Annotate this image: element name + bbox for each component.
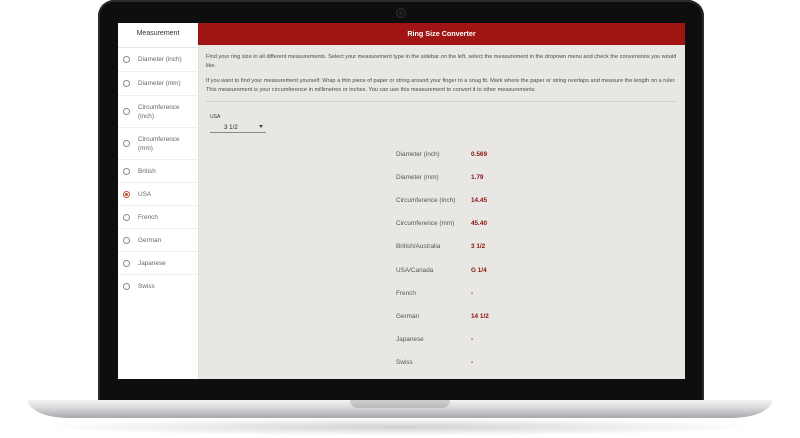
- chevron-down-icon[interactable]: [259, 125, 263, 128]
- sidebar-item-label: Circumference (mm): [138, 135, 180, 152]
- radio-selected-icon[interactable]: [123, 190, 130, 198]
- size-select-value: 3 1/2: [224, 124, 238, 131]
- result-row: Circumference (inch) 14.45: [396, 197, 487, 204]
- result-label: Diameter (mm): [396, 174, 439, 181]
- result-label: Circumference (inch): [396, 197, 456, 204]
- radio-icon[interactable]: [123, 213, 130, 221]
- page-title: Ring Size Converter: [198, 23, 685, 45]
- sidebar-item-label: Swiss: [138, 283, 155, 290]
- sidebar-item-diameter-inch[interactable]: Diameter (inch): [118, 48, 198, 72]
- radio-icon[interactable]: [123, 80, 130, 87]
- result-row: Diameter (inch) 0.569: [396, 151, 487, 158]
- sidebar-item-british[interactable]: British: [118, 160, 198, 183]
- radio-icon[interactable]: [123, 167, 130, 175]
- sidebar-item-label: Circumference (inch): [138, 103, 180, 120]
- divider: [206, 101, 677, 102]
- sidebar-item-label: USA: [138, 190, 152, 198]
- result-value: 45.40: [471, 220, 487, 227]
- sidebar-title: Measurement: [118, 23, 198, 48]
- sidebar-item-french[interactable]: French: [118, 206, 198, 229]
- result-row: German 14 1/2: [396, 313, 489, 320]
- camera-icon: [397, 9, 405, 17]
- result-value: 14.45: [471, 197, 487, 204]
- result-label: Japanese: [396, 336, 424, 343]
- radio-icon[interactable]: [123, 140, 130, 147]
- result-row: Swiss -: [396, 359, 473, 366]
- result-label: Swiss: [396, 359, 413, 366]
- sidebar: Measurement Diameter (inch) Diameter (mm…: [118, 23, 199, 379]
- radio-icon[interactable]: [123, 236, 130, 244]
- result-label: German: [396, 313, 420, 320]
- result-value: -: [471, 359, 474, 366]
- result-value: 3 1/2: [471, 243, 486, 250]
- result-row: Japanese -: [396, 336, 473, 343]
- result-value: -: [471, 290, 474, 297]
- result-row: Diameter (mm) 1.79: [396, 174, 483, 181]
- result-value: -: [471, 336, 474, 343]
- result-value: 1.79: [471, 174, 484, 181]
- result-row: Circumference (mm) 45.40: [396, 220, 487, 227]
- main-panel: Ring Size Converter Find your ring size …: [198, 23, 685, 379]
- laptop-notch: [350, 400, 450, 408]
- sidebar-item-circumference-mm[interactable]: Circumference (mm): [118, 128, 198, 160]
- result-label: British/Australia: [396, 243, 441, 250]
- sidebar-item-label: British: [138, 167, 156, 175]
- result-value: G 1/4: [471, 267, 487, 274]
- sidebar-item-label: Diameter (inch): [138, 56, 182, 63]
- result-value: 0.569: [471, 151, 487, 158]
- sidebar-item-label: Japanese: [138, 259, 166, 267]
- sidebar-item-swiss[interactable]: Swiss: [118, 275, 198, 298]
- radio-icon[interactable]: [123, 108, 130, 115]
- laptop-shadow: [40, 418, 760, 436]
- sidebar-item-german[interactable]: German: [118, 229, 198, 252]
- instructions-paragraph: If you want to find your measurement you…: [206, 78, 676, 93]
- intro-paragraph: Find your ring size in all different mea…: [206, 54, 677, 69]
- radio-icon[interactable]: [123, 56, 130, 63]
- sidebar-item-label: French: [138, 213, 158, 221]
- result-label: French: [396, 290, 416, 297]
- sidebar-item-label: German: [138, 236, 162, 244]
- select-label: USA: [210, 114, 221, 120]
- radio-icon[interactable]: [123, 283, 130, 290]
- radio-icon[interactable]: [123, 259, 130, 267]
- result-row: British/Australia 3 1/2: [396, 243, 485, 250]
- app-screen: Measurement Diameter (inch) Diameter (mm…: [118, 23, 685, 379]
- result-label: USA/Canada: [396, 267, 434, 274]
- sidebar-item-label: Diameter (mm): [138, 80, 181, 87]
- sidebar-item-japanese[interactable]: Japanese: [118, 252, 198, 275]
- result-label: Diameter (inch): [396, 151, 440, 158]
- sidebar-item-diameter-mm[interactable]: Diameter (mm): [118, 72, 198, 96]
- content: Find your ring size in all different mea…: [198, 45, 685, 133]
- sidebar-item-circumference-inch[interactable]: Circumference (inch): [118, 96, 198, 128]
- result-label: Circumference (mm): [396, 220, 455, 227]
- result-value: 14 1/2: [471, 313, 489, 320]
- size-select[interactable]: 3 1/2: [210, 122, 266, 133]
- result-row: French -: [396, 290, 473, 297]
- result-row: USA/Canada G 1/4: [396, 267, 487, 274]
- sidebar-item-usa[interactable]: USA: [118, 183, 198, 206]
